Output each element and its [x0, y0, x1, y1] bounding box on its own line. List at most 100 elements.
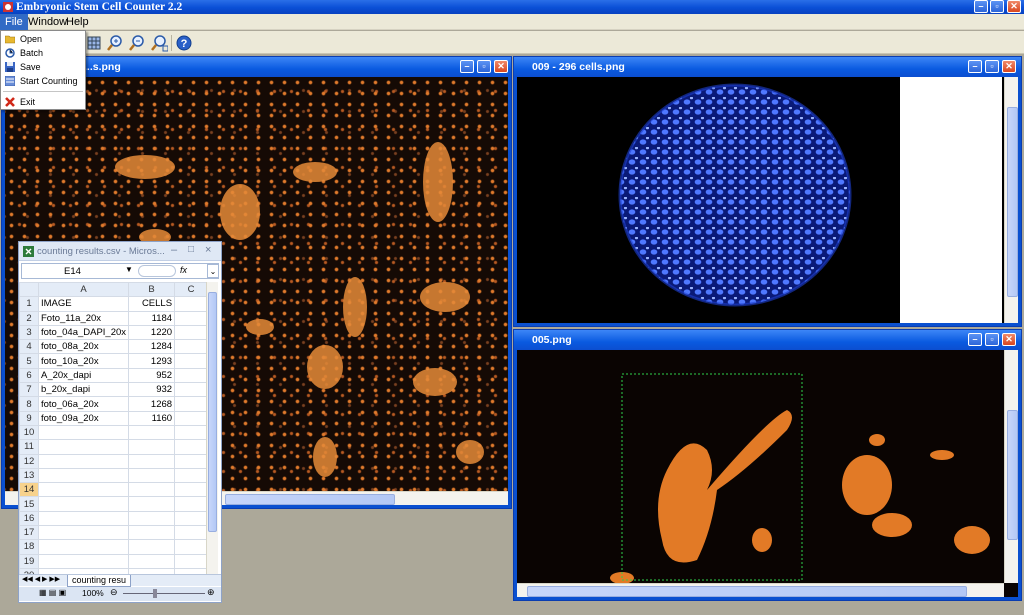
cell-a[interactable]: Foto_11a_20x: [37, 310, 130, 326]
expand-formula-icon[interactable]: ⌄: [207, 264, 219, 278]
excel-minimize-button[interactable]: –: [171, 244, 177, 256]
scroll-thumb[interactable]: [1007, 410, 1018, 540]
excel-close-button[interactable]: ×: [205, 244, 211, 256]
cell-b[interactable]: 1293: [128, 353, 176, 369]
column-header-a[interactable]: A: [37, 281, 130, 298]
cell-b[interactable]: 932: [128, 382, 176, 398]
formula-expand-icon[interactable]: [138, 265, 176, 277]
table-row[interactable]: 18: [19, 539, 209, 555]
cell-a[interactable]: foto_04a_DAPI_20x: [37, 324, 130, 341]
image-window-005[interactable]: 005.png – ▫ ✕: [513, 329, 1022, 601]
table-row[interactable]: 14: [19, 482, 209, 498]
cell-a[interactable]: A_20x_dapi: [37, 367, 130, 384]
excel-vertical-scrollbar[interactable]: [206, 282, 218, 574]
row-header[interactable]: 6: [19, 367, 39, 384]
table-row[interactable]: 17: [19, 525, 209, 541]
row-header[interactable]: 14: [19, 482, 39, 498]
cell-b[interactable]: 1184: [128, 310, 176, 326]
cell-a[interactable]: foto_06a_20x: [37, 396, 130, 412]
cell-c[interactable]: [174, 353, 209, 369]
row-header[interactable]: 12: [19, 453, 39, 469]
menu-item-start-counting[interactable]: Start Counting: [1, 74, 85, 88]
cell-a[interactable]: foto_09a_20x: [37, 410, 130, 426]
name-box-dropdown-icon[interactable]: ▼: [125, 265, 133, 274]
name-box[interactable]: E14: [64, 266, 81, 277]
maximize-button[interactable]: ▫: [477, 60, 491, 73]
close-button[interactable]: ✕: [1007, 0, 1021, 13]
excel-window[interactable]: counting results.csv - Micros... – □ × E…: [18, 241, 222, 603]
table-row[interactable]: 3 foto_04a_DAPI_20x 1220: [19, 324, 209, 341]
table-row[interactable]: 15: [19, 496, 209, 512]
zoom-slider[interactable]: [123, 593, 205, 594]
cell-c[interactable]: [174, 424, 209, 441]
cell-c[interactable]: [174, 439, 209, 455]
scroll-thumb[interactable]: [527, 586, 967, 597]
row-header[interactable]: 15: [19, 496, 39, 512]
cell-b[interactable]: 1220: [128, 324, 176, 341]
cell-a[interactable]: b_20x_dapi: [37, 382, 130, 398]
cell-b[interactable]: [128, 424, 176, 441]
table-row[interactable]: 9 foto_09a_20x 1160: [19, 410, 209, 426]
image-window-dapi-titlebar[interactable]: 009 - 296 cells.png – ▫ ✕: [514, 57, 1021, 77]
zoom-in-icon[interactable]: [106, 34, 124, 52]
cell-c[interactable]: [174, 296, 209, 312]
cell-b[interactable]: 1284: [128, 339, 176, 355]
menu-item-open[interactable]: Open: [1, 32, 85, 46]
zoom-out-button[interactable]: ⊖: [110, 587, 118, 598]
zoom-in-button[interactable]: ⊕: [207, 587, 215, 598]
row-header[interactable]: 17: [19, 525, 39, 541]
cell-b[interactable]: [128, 482, 176, 498]
row-header[interactable]: 11: [19, 439, 39, 455]
cell-c[interactable]: [174, 324, 209, 341]
maximize-button[interactable]: ▫: [985, 60, 999, 73]
vertical-scrollbar[interactable]: [1004, 77, 1018, 323]
cell-a[interactable]: [37, 539, 130, 555]
minimize-button[interactable]: –: [968, 60, 982, 73]
table-row[interactable]: 6 A_20x_dapi 952: [19, 367, 209, 384]
cell-b[interactable]: [128, 453, 176, 469]
close-button[interactable]: ✕: [494, 60, 508, 73]
vertical-scrollbar[interactable]: [1004, 350, 1018, 583]
cell-c[interactable]: [174, 510, 209, 527]
zoom-slider-handle[interactable]: [153, 589, 157, 598]
cell-a[interactable]: IMAGE: [37, 296, 130, 312]
row-header[interactable]: 7: [19, 382, 39, 398]
cell-a[interactable]: [37, 467, 130, 484]
column-header-c[interactable]: C: [174, 281, 209, 298]
cell-b[interactable]: [128, 539, 176, 555]
scroll-thumb[interactable]: [225, 494, 395, 505]
row-header[interactable]: 3: [19, 324, 39, 341]
cell-c[interactable]: [174, 482, 209, 498]
cell-b[interactable]: [128, 467, 176, 484]
help-icon[interactable]: ?: [175, 34, 193, 52]
cell-b[interactable]: 1160: [128, 410, 176, 426]
menu-item-save[interactable]: Save: [1, 60, 85, 74]
row-header[interactable]: 18: [19, 539, 39, 555]
table-row[interactable]: 1 IMAGE CELLS: [19, 296, 209, 312]
table-row[interactable]: 2 Foto_11a_20x 1184: [19, 310, 209, 326]
menu-help[interactable]: Help: [61, 14, 94, 30]
cell-c[interactable]: [174, 310, 209, 326]
row-header[interactable]: 1: [19, 296, 39, 312]
row-header[interactable]: 5: [19, 353, 39, 369]
cell-c[interactable]: [174, 525, 209, 541]
cell-b[interactable]: 1268: [128, 396, 176, 412]
sheet-nav-icon[interactable]: ◀◀ ◀ ▶ ▶▶: [22, 575, 60, 583]
cell-c[interactable]: [174, 453, 209, 469]
image-window-dapi[interactable]: 009 - 296 cells.png – ▫ ✕: [513, 56, 1022, 327]
cell-a[interactable]: [37, 525, 130, 541]
scroll-thumb[interactable]: [1007, 107, 1018, 297]
minimize-button[interactable]: –: [974, 0, 988, 13]
table-row[interactable]: 10: [19, 424, 209, 441]
cell-c[interactable]: [174, 496, 209, 512]
table-row[interactable]: 8 foto_06a_20x 1268: [19, 396, 209, 412]
cell-b[interactable]: [128, 553, 176, 569]
table-row[interactable]: 7 b_20x_dapi 932: [19, 382, 209, 398]
cell-a[interactable]: foto_08a_20x: [37, 339, 130, 355]
close-button[interactable]: ✕: [1002, 333, 1016, 346]
sheet-tab[interactable]: counting resu: [67, 575, 132, 587]
cell-a[interactable]: [37, 553, 130, 569]
cell-c[interactable]: [174, 339, 209, 355]
scroll-thumb[interactable]: [208, 292, 217, 532]
column-header-b[interactable]: B: [128, 281, 176, 298]
